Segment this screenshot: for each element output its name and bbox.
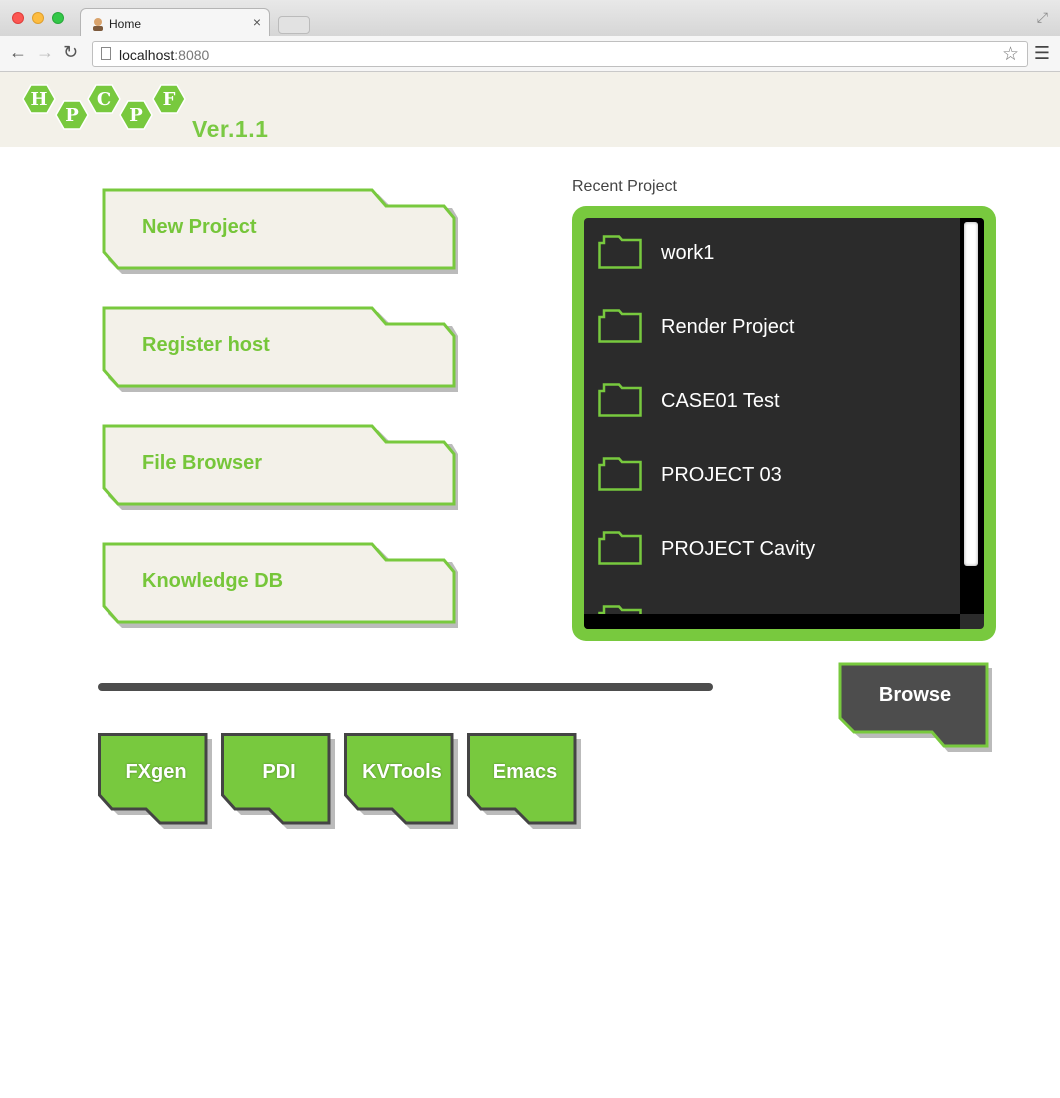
- knowledge-db-button[interactable]: Knowledge DB: [102, 542, 458, 628]
- back-arrow-icon[interactable]: ←: [9, 42, 27, 63]
- file-browser-button[interactable]: File Browser: [102, 424, 458, 510]
- folder-icon: [598, 383, 642, 417]
- app-header: H P C P F Ver.1.1: [0, 72, 1060, 147]
- list-item[interactable]: work1: [584, 218, 960, 292]
- list-item[interactable]: CASE01 Test: [584, 366, 960, 440]
- folder-icon: [598, 605, 642, 614]
- page-icon: [101, 47, 111, 60]
- horizontal-scrollbar[interactable]: [584, 614, 960, 629]
- fxgen-label: FXgen: [125, 761, 187, 783]
- bookmark-star-icon[interactable]: ☆: [1002, 43, 1019, 66]
- svg-text:P: P: [65, 105, 79, 126]
- window-minimize-button[interactable]: [32, 12, 44, 24]
- recent-project-heading: Recent Project: [572, 178, 677, 195]
- folder-icon: [598, 531, 642, 565]
- scrollbar-thumb[interactable]: [964, 222, 978, 566]
- tab-title: Home: [109, 17, 142, 31]
- file-browser-label: File Browser: [142, 452, 263, 474]
- svg-text:F: F: [163, 89, 176, 110]
- svg-text:P: P: [129, 105, 143, 126]
- svg-text:H: H: [30, 89, 47, 110]
- recent-project-list-container: work1 Render Project CASE01 Test PROJECT…: [584, 218, 984, 629]
- register-host-button[interactable]: Register host: [102, 306, 458, 392]
- kvtools-label: KVTools: [362, 761, 442, 783]
- browser-toolbar: ← → ↻ localhost:8080 ☆ ☰: [0, 36, 1060, 72]
- browse-label: Browse: [878, 684, 952, 706]
- reload-icon[interactable]: ↻: [63, 42, 78, 63]
- list-item[interactable]: [584, 588, 960, 614]
- forward-arrow-icon[interactable]: →: [36, 42, 54, 63]
- folder-icon: [598, 457, 642, 491]
- section-divider: [98, 683, 713, 691]
- browser-titlebar: Home × ⤢: [0, 0, 1060, 38]
- browse-button[interactable]: Browse: [838, 662, 992, 752]
- kvtools-button[interactable]: KVTools: [344, 733, 458, 829]
- button-tab-shape: [838, 662, 992, 752]
- list-item[interactable]: PROJECT Cavity: [584, 514, 960, 588]
- vertical-scrollbar[interactable]: [960, 218, 984, 614]
- project-name: PROJECT Cavity: [661, 538, 816, 560]
- url-port: :8080: [174, 47, 210, 63]
- project-name: Render Project: [661, 316, 795, 338]
- favicon-icon: [93, 18, 103, 31]
- window-close-button[interactable]: [12, 12, 24, 24]
- new-project-button[interactable]: New Project: [102, 188, 458, 274]
- hpcpf-logo: H P C P F: [22, 84, 186, 130]
- fxgen-button[interactable]: FXgen: [98, 733, 212, 829]
- project-name: work1: [661, 242, 715, 264]
- url-text[interactable]: localhost:8080: [119, 47, 209, 63]
- list-item[interactable]: Render Project: [584, 292, 960, 366]
- list-item[interactable]: PROJECT 03: [584, 440, 960, 514]
- project-name: PROJECT 03: [661, 464, 782, 486]
- emacs-button[interactable]: Emacs: [467, 733, 581, 829]
- fullscreen-icon[interactable]: ⤢: [1037, 9, 1048, 26]
- register-host-label: Register host: [142, 334, 270, 356]
- folder-icon: [598, 309, 642, 343]
- pdi-label: PDI: [262, 761, 296, 783]
- url-host: localhost: [119, 47, 175, 63]
- version-label: Ver.1.1: [192, 116, 269, 142]
- window-maximize-button[interactable]: [52, 12, 64, 24]
- new-tab-button[interactable]: [278, 16, 310, 34]
- tab-close-icon[interactable]: ×: [253, 14, 261, 30]
- pdi-button[interactable]: PDI: [221, 733, 335, 829]
- browser-tab-home[interactable]: Home ×: [80, 8, 270, 38]
- browser-menu-icon[interactable]: ☰: [1034, 43, 1050, 64]
- project-name: CASE01 Test: [661, 390, 780, 412]
- new-project-label: New Project: [142, 216, 257, 238]
- emacs-label: Emacs: [492, 761, 558, 783]
- address-bar[interactable]: localhost:8080 ☆: [92, 41, 1028, 67]
- knowledge-db-label: Knowledge DB: [142, 570, 284, 592]
- folder-icon: [598, 235, 642, 269]
- recent-project-list[interactable]: work1 Render Project CASE01 Test PROJECT…: [584, 218, 960, 614]
- svg-text:C: C: [97, 89, 111, 110]
- recent-project-panel: work1 Render Project CASE01 Test PROJECT…: [572, 206, 996, 641]
